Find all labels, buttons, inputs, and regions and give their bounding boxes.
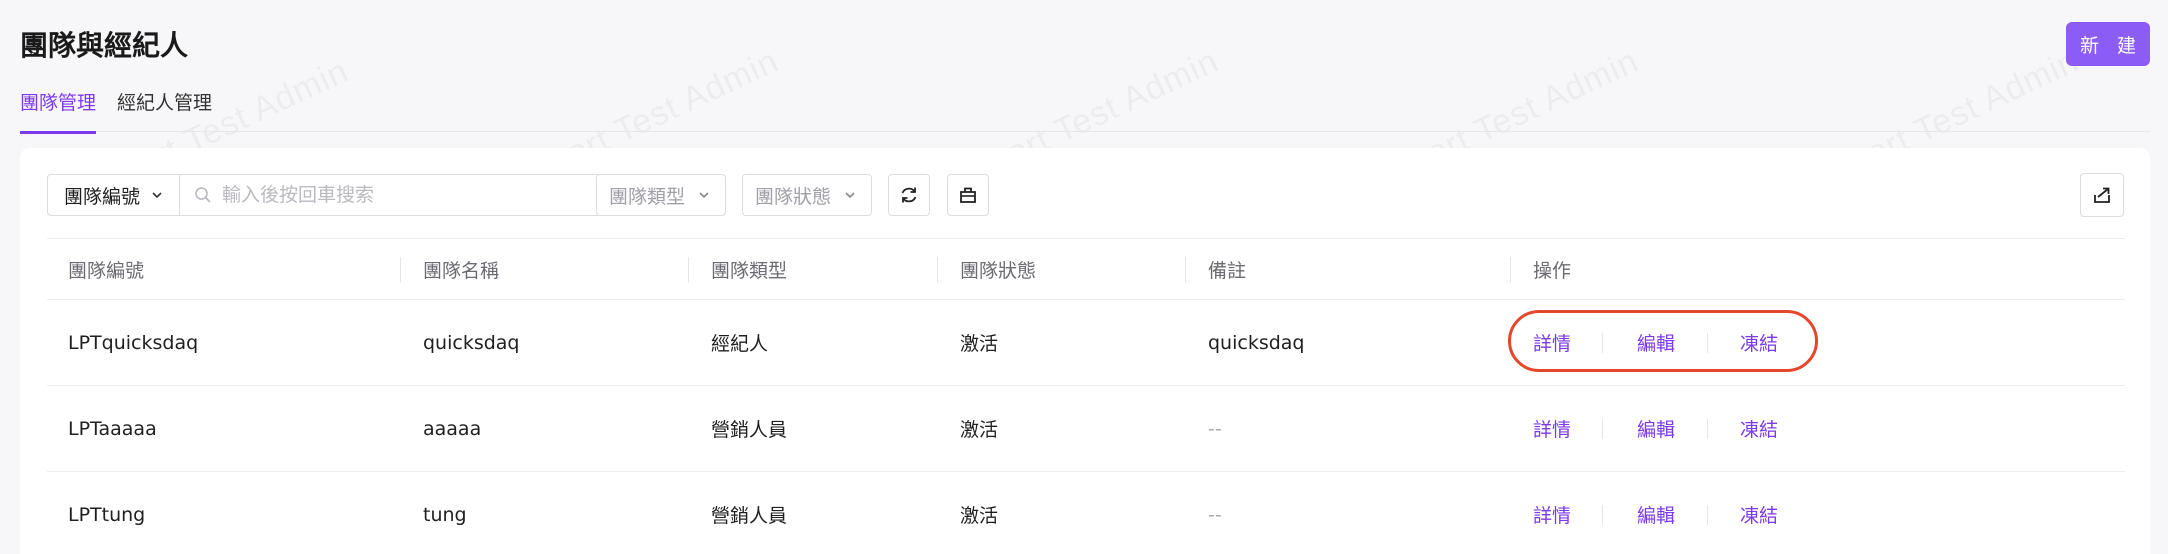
content-card: 團隊編號 團隊類型 團隊狀態 bbox=[20, 148, 2150, 554]
team-remark: -- bbox=[1208, 417, 1222, 440]
new-button[interactable]: 新 建 bbox=[2066, 22, 2150, 66]
edit-link[interactable]: 編輯 bbox=[1637, 300, 1675, 385]
export-icon bbox=[2094, 187, 2110, 203]
team-status: 激活 bbox=[960, 419, 999, 441]
column-header: 團隊狀態 bbox=[960, 259, 1037, 282]
chevron-down-icon bbox=[699, 192, 709, 199]
team-remark: -- bbox=[1208, 503, 1222, 526]
edit-link[interactable]: 編輯 bbox=[1637, 386, 1675, 471]
column-header: 團隊類型 bbox=[711, 259, 788, 282]
search-group: 團隊編號 bbox=[47, 174, 601, 216]
freeze-link[interactable]: 凍結 bbox=[1740, 300, 1778, 385]
tab-team-management[interactable]: 團隊管理 bbox=[20, 88, 97, 134]
tab-bar: 團隊管理 經紀人管理 bbox=[20, 86, 2150, 134]
clear-button[interactable] bbox=[947, 174, 989, 216]
team-type: 營銷人員 bbox=[711, 419, 788, 441]
tab-agent-management[interactable]: 經紀人管理 bbox=[117, 88, 212, 131]
table-row: LPTquicksdaq quicksdaq 經紀人 激活 quicksdaq … bbox=[47, 300, 2125, 386]
export-button[interactable] bbox=[2080, 173, 2124, 217]
team-code: LPTtung bbox=[68, 503, 146, 526]
freeze-link[interactable]: 凍結 bbox=[1740, 472, 1778, 554]
team-name: tung bbox=[423, 503, 467, 526]
edit-link[interactable]: 編輯 bbox=[1637, 472, 1675, 554]
team-type: 經紀人 bbox=[711, 333, 769, 355]
team-name: aaaaa bbox=[423, 417, 482, 440]
clear-icon bbox=[960, 187, 976, 203]
table-row: LPTaaaaa aaaaa 營銷人員 激活 -- 詳情 編輯 凍結 bbox=[47, 386, 2125, 472]
team-name: quicksdaq bbox=[423, 331, 520, 354]
column-header: 備註 bbox=[1208, 259, 1247, 282]
search-field-label: 團隊編號 bbox=[64, 185, 141, 208]
column-header: 操作 bbox=[1533, 259, 1572, 282]
column-header: 團隊編號 bbox=[68, 259, 145, 282]
refresh-button[interactable] bbox=[888, 174, 930, 216]
team-status-placeholder: 團隊狀態 bbox=[755, 185, 832, 208]
team-status: 激活 bbox=[960, 505, 999, 527]
refresh-icon bbox=[901, 187, 917, 203]
search-input[interactable] bbox=[222, 184, 562, 206]
team-table: 團隊編號 團隊名稱 團隊類型 團隊狀態 備註 操作 LPTquicksdaq q… bbox=[47, 238, 2125, 554]
team-type: 營銷人員 bbox=[711, 505, 788, 527]
freeze-link[interactable]: 凍結 bbox=[1740, 386, 1778, 471]
search-box bbox=[180, 175, 600, 215]
team-status-select[interactable]: 團隊狀態 bbox=[742, 174, 872, 216]
table-row: LPTtung tung 營銷人員 激活 -- 詳情 編輯 凍結 bbox=[47, 472, 2125, 554]
chevron-down-icon bbox=[845, 192, 855, 199]
page-title: 團隊與經紀人 bbox=[20, 29, 189, 62]
team-code: LPTaaaaa bbox=[68, 417, 157, 440]
search-icon bbox=[195, 187, 211, 203]
team-remark: quicksdaq bbox=[1208, 331, 1305, 354]
chevron-down-icon bbox=[152, 192, 162, 199]
search-field-select[interactable]: 團隊編號 bbox=[48, 175, 180, 215]
detail-link[interactable]: 詳情 bbox=[1533, 386, 1571, 471]
table-header: 團隊編號 團隊名稱 團隊類型 團隊狀態 備註 操作 bbox=[47, 238, 2125, 300]
team-code: LPTquicksdaq bbox=[68, 331, 199, 354]
team-type-select[interactable]: 團隊類型 bbox=[596, 174, 726, 216]
detail-link[interactable]: 詳情 bbox=[1533, 472, 1571, 554]
column-header: 團隊名稱 bbox=[423, 259, 500, 282]
team-status: 激活 bbox=[960, 333, 999, 355]
team-type-placeholder: 團隊類型 bbox=[609, 185, 686, 208]
detail-link[interactable]: 詳情 bbox=[1533, 300, 1571, 385]
